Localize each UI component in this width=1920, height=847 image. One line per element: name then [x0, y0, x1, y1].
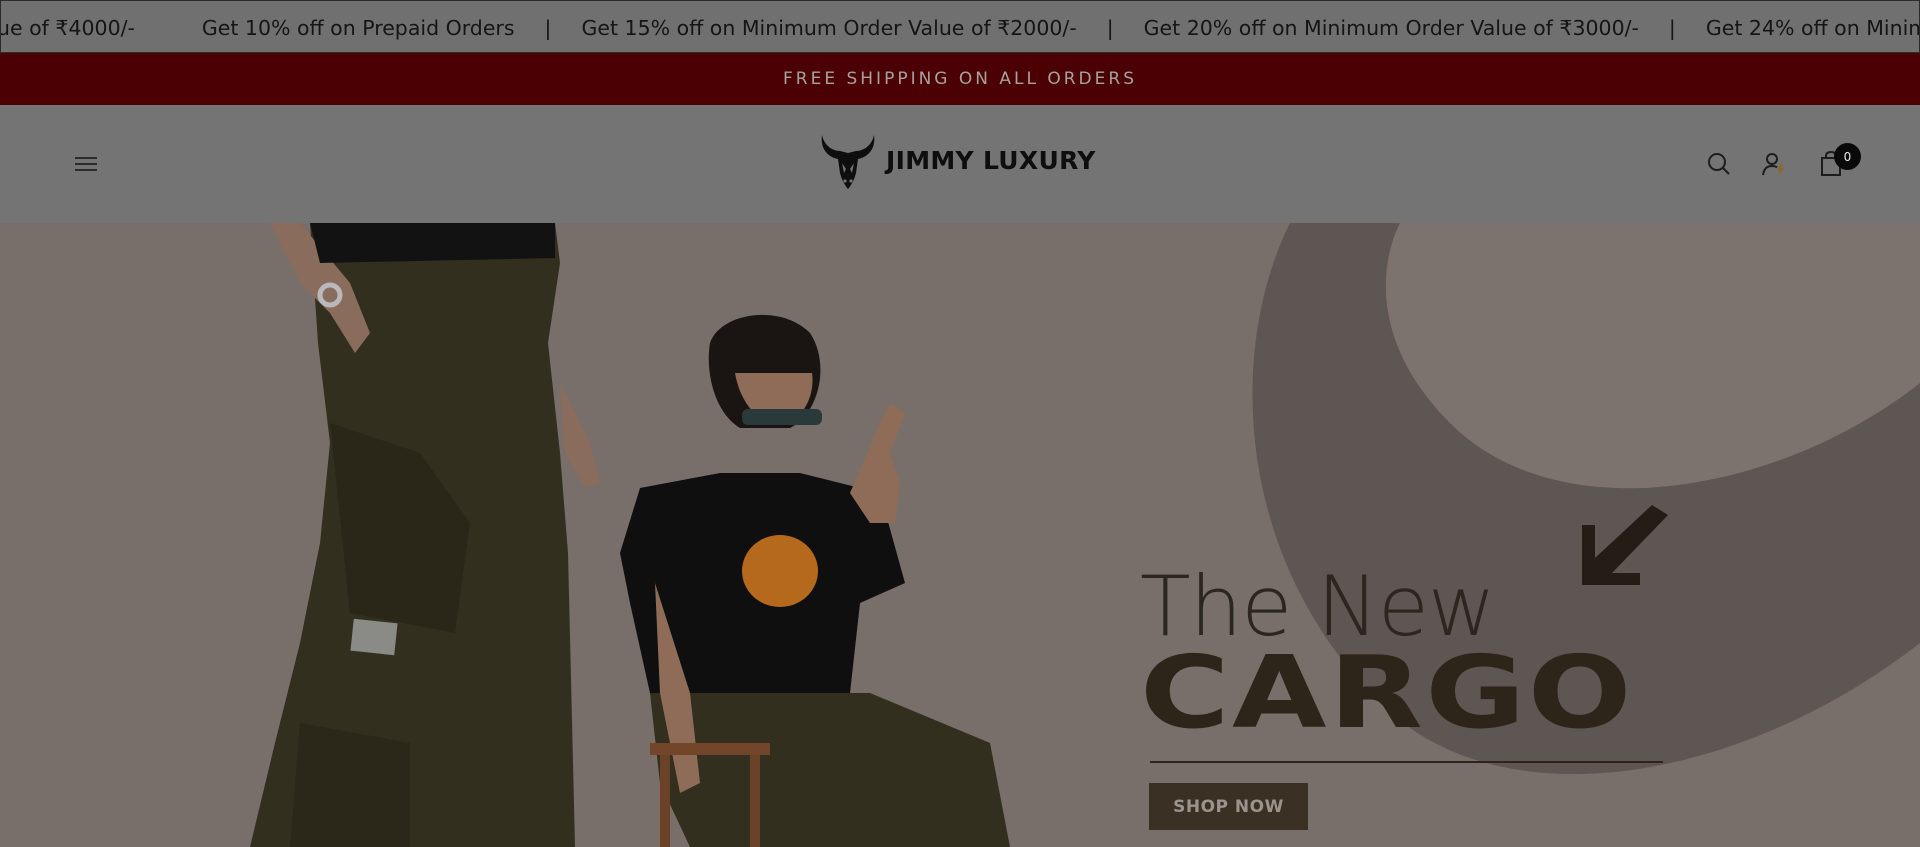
marquee-item: Get 10% off on Prepaid Orders [201, 15, 515, 40]
menu-icon[interactable] [73, 154, 99, 174]
site-header: JIMMY LUXURY 0 [0, 105, 1920, 223]
search-icon[interactable] [1703, 148, 1735, 180]
hero-background-art [250, 223, 1920, 847]
hero-title-line2: CARGO [1140, 634, 1634, 751]
bull-logo-icon [821, 135, 875, 189]
marquee-item: Get 15% off on Minimum Order Value of ₹2… [581, 15, 1077, 40]
announcement-text: FREE SHIPPING ON ALL ORDERS [783, 69, 1137, 89]
hero-divider [1150, 761, 1663, 763]
cart-count-badge: 0 [1834, 143, 1861, 170]
marquee-item: ue of ₹4000/- [0, 15, 135, 40]
shop-now-label: SHOP NOW [1173, 796, 1284, 817]
offers-marquee: ue of ₹4000/- | Get 10% off on Prepaid O… [0, 0, 1920, 53]
marquee-item: Get 20% off on Minimum Order Value of ₹3… [1143, 15, 1639, 40]
marquee-separator: | [1668, 15, 1676, 40]
announcement-bar: FREE SHIPPING ON ALL ORDERS [0, 53, 1920, 105]
shop-now-button[interactable]: SHOP NOW [1149, 783, 1308, 830]
page: ue of ₹4000/- | Get 10% off on Prepaid O… [0, 0, 1920, 847]
marquee-separator: | [544, 15, 552, 40]
marquee-item: Get 24% off on Minimum Order Va [1705, 15, 1919, 40]
account-icon[interactable] [1758, 148, 1790, 180]
brand-logo[interactable]: JIMMY LUXURY [818, 129, 1096, 191]
hero-banner[interactable]: The New CARGO SHOP NOW [0, 223, 1920, 847]
brand-name: JIMMY LUXURY [886, 145, 1096, 175]
marquee-separator: | [1106, 15, 1114, 40]
marquee-track: ue of ₹4000/- | Get 10% off on Prepaid O… [0, 1, 1919, 52]
